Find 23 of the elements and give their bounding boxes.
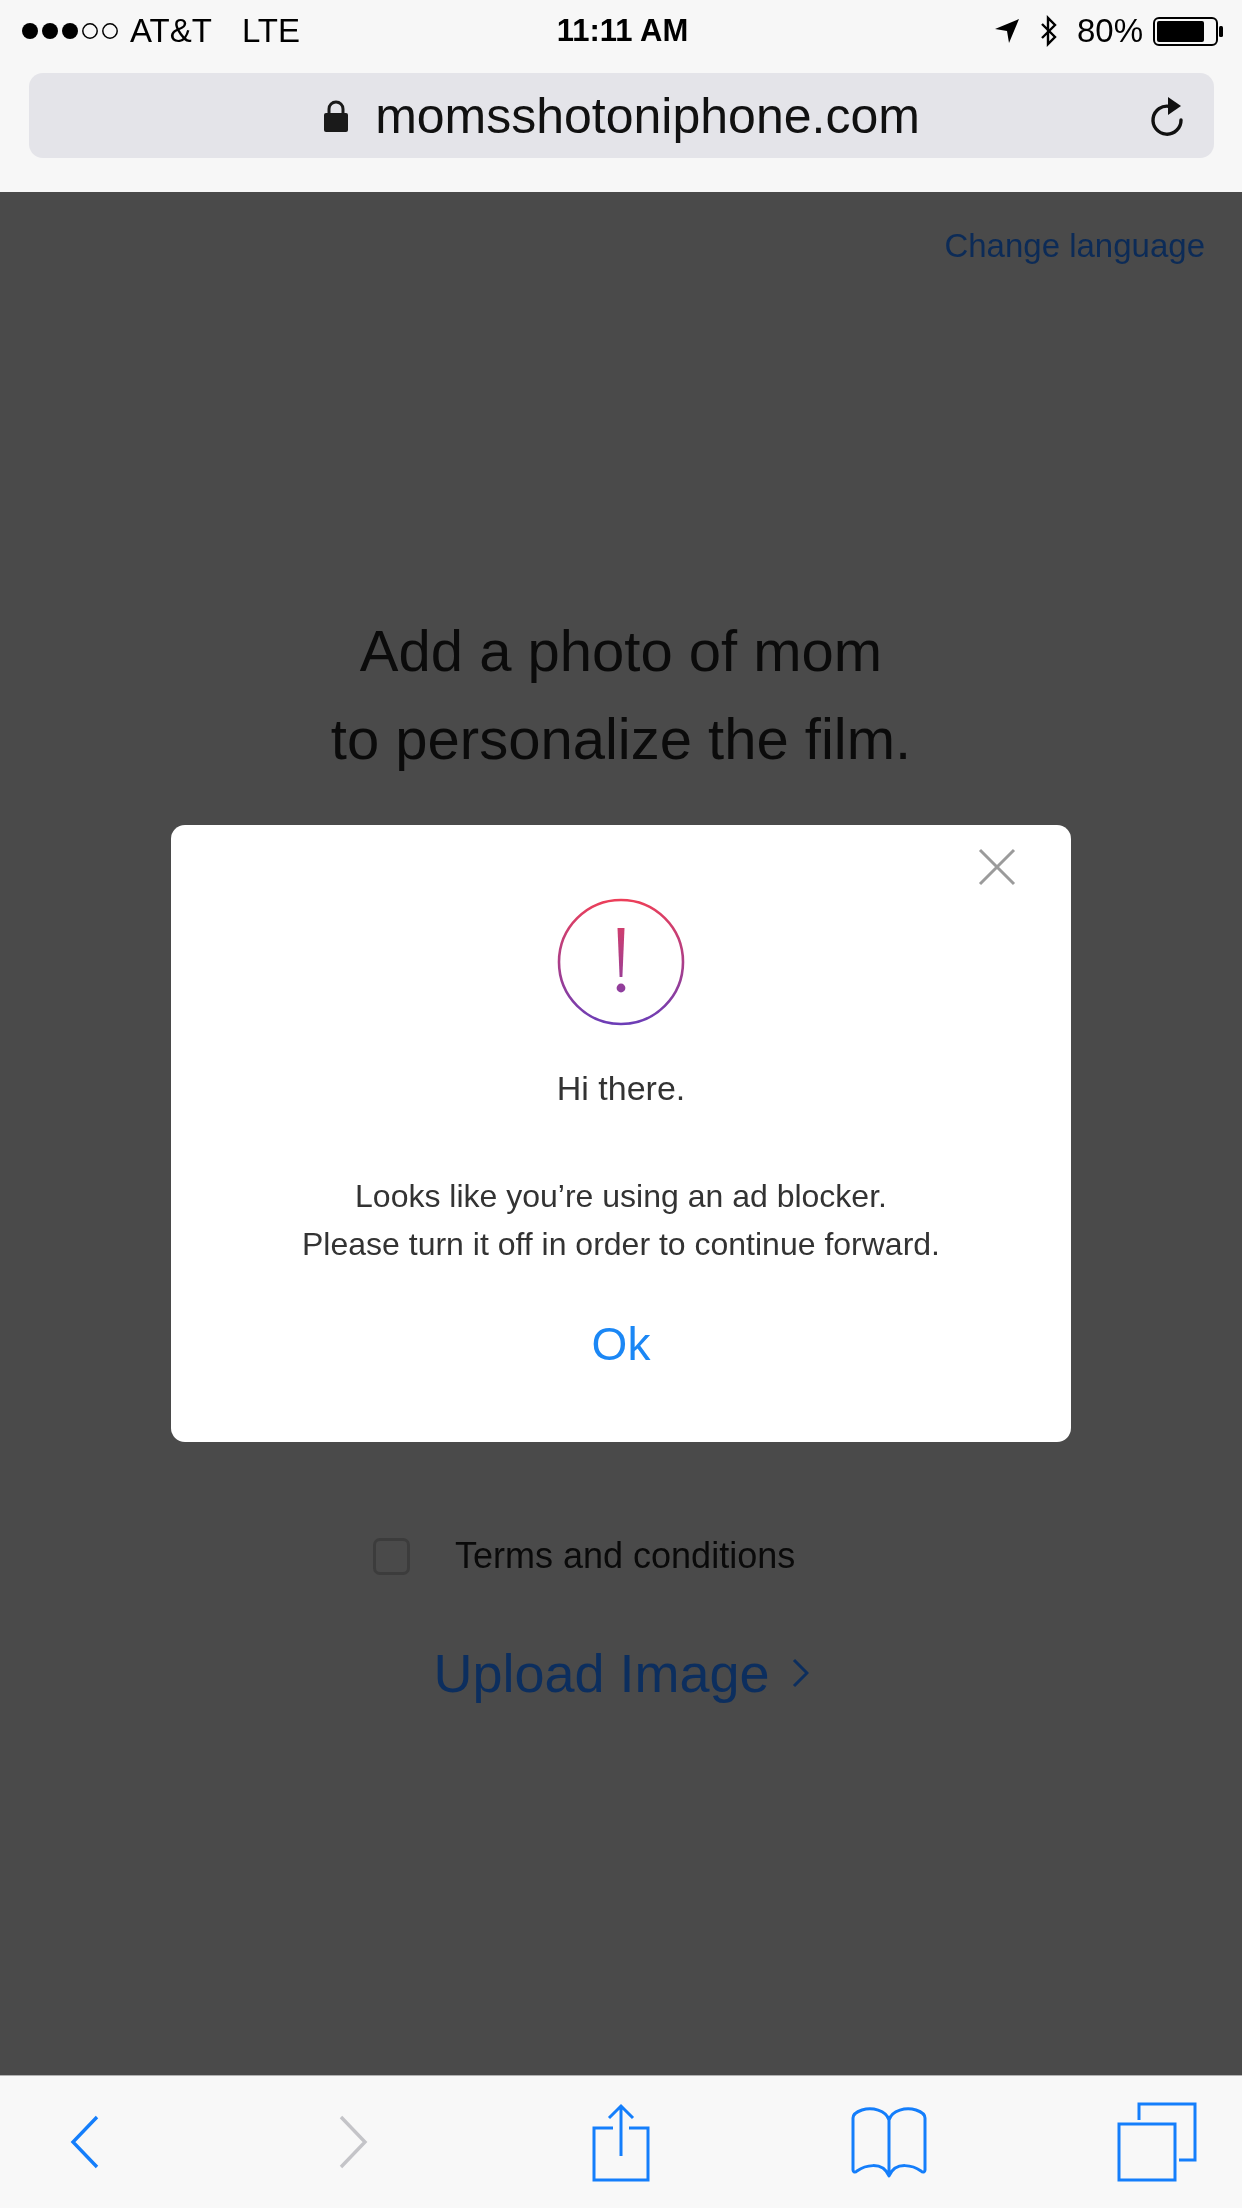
exclamation-circle-icon — [557, 898, 685, 1026]
chevron-right-icon — [791, 1658, 809, 1688]
close-icon[interactable] — [978, 848, 1016, 886]
battery-percent: 80% — [1076, 12, 1143, 50]
back-icon[interactable] — [70, 2115, 100, 2169]
tabs-icon[interactable] — [1117, 2102, 1197, 2182]
dialog-message: Looks like you’re using an ad blocker. Please turn it off in order to continue forward. — [302, 1177, 940, 1264]
book-icon[interactable] — [850, 2106, 928, 2178]
network-type: LTE — [241, 12, 300, 50]
url-text: momsshotoniphone.com — [375, 86, 920, 145]
lock-icon — [323, 99, 350, 132]
carrier-name: AT&T — [130, 12, 212, 50]
page-heading: Add a photo of mom to personalize the film. — [330, 617, 912, 773]
terms-label: Terms and conditions — [455, 1534, 796, 1578]
battery-icon — [1153, 16, 1224, 46]
status-time: 11:11 AM — [556, 13, 689, 49]
ok-button[interactable]: Ok — [581, 1314, 661, 1374]
dialog-title: Hi there. — [556, 1068, 686, 1109]
share-icon[interactable] — [592, 2102, 650, 2182]
signal-strength-icon — [21, 22, 119, 40]
address-bar[interactable]: momsshotoniphone.com — [29, 73, 1214, 158]
location-arrow-icon — [993, 18, 1020, 44]
bluetooth-icon — [1038, 15, 1059, 47]
